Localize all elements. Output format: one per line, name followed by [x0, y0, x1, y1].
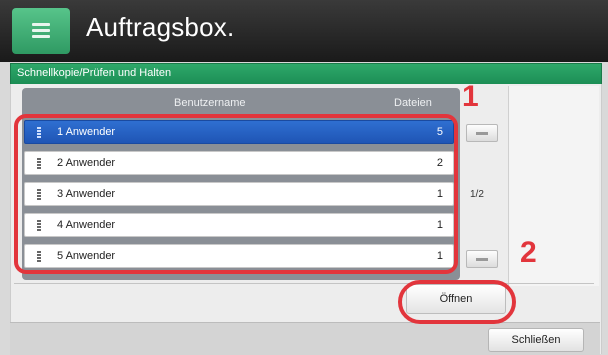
section-title: Schnellkopie/Prüfen und Halten: [17, 67, 172, 79]
callout-highlight-list: [14, 114, 458, 274]
scroll-down-button[interactable]: [466, 250, 498, 268]
column-header-user: Benutzername: [174, 97, 246, 109]
section-header: Schnellkopie/Prüfen und Halten: [10, 63, 602, 85]
callout-number-2: 2: [520, 236, 537, 269]
page-indicator: 1/2: [470, 189, 484, 200]
scroll-up-button[interactable]: [466, 124, 498, 142]
menu-icon: [32, 20, 50, 42]
scroll-down-icon: [476, 258, 488, 261]
close-button[interactable]: Schließen: [488, 328, 584, 352]
menu-button[interactable]: [12, 8, 70, 54]
callout-highlight-open: [398, 280, 516, 324]
callout-number-1: 1: [462, 80, 479, 113]
scroll-up-icon: [476, 132, 488, 135]
column-header-files: Dateien: [394, 97, 432, 109]
page-title: Auftragsbox.: [86, 12, 235, 42]
